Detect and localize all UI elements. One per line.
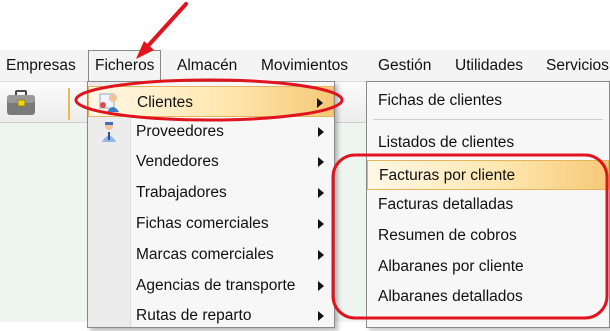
menu-empresas[interactable]: Empresas xyxy=(6,50,76,81)
submenu-item-albaranes-detallados[interactable]: Albaranes detallados xyxy=(367,282,609,312)
menu-item-label: Rutas de reparto xyxy=(136,307,252,324)
top-blank-area xyxy=(0,0,610,50)
submenu-item-label: Listados de clientes xyxy=(378,134,515,151)
menu-utilidades[interactable]: Utilidades xyxy=(455,50,523,81)
menu-servicios[interactable]: Servicios xyxy=(546,50,609,81)
submenu-item-label: Resumen de cobros xyxy=(378,227,517,244)
menu-item-rutas-reparto[interactable]: Rutas de reparto xyxy=(88,300,334,331)
submenu-arrow-icon xyxy=(318,311,324,321)
submenu-item-resumen-cobros[interactable]: Resumen de cobros xyxy=(367,221,609,251)
menu-item-trabajadores[interactable]: Trabajadores xyxy=(88,177,334,208)
toolbar-separator xyxy=(68,88,70,120)
briefcase-icon[interactable] xyxy=(6,90,36,116)
menu-item-label: Clientes xyxy=(137,94,193,111)
menu-item-label: Proveedores xyxy=(136,123,224,140)
menu-item-label: Agencias de transporte xyxy=(136,277,296,294)
submenu-arrow-icon xyxy=(318,127,324,137)
menu-item-label: Marcas comerciales xyxy=(136,246,274,263)
submenu-item-listados-clientes[interactable]: Listados de clientes xyxy=(367,128,609,158)
submenu-item-facturas-por-cliente[interactable]: Facturas por cliente xyxy=(367,160,609,190)
submenu-item-label: Albaranes por cliente xyxy=(378,258,524,275)
clients-icon xyxy=(99,93,119,112)
clientes-submenu: Fichas de clientes Listados de clientes … xyxy=(366,81,610,328)
suppliers-icon xyxy=(102,122,116,142)
menu-item-label: Fichas comerciales xyxy=(136,215,269,232)
submenu-separator xyxy=(373,119,603,120)
submenu-item-label: Facturas detalladas xyxy=(378,196,514,213)
submenu-arrow-icon xyxy=(318,219,324,229)
menu-bar: Empresas Ficheros Almacén Movimientos Ge… xyxy=(0,50,610,82)
submenu-arrow-icon xyxy=(318,281,324,291)
submenu-arrow-icon xyxy=(318,157,324,167)
menu-item-marcas-comerciales[interactable]: Marcas comerciales xyxy=(88,239,334,270)
menu-ficheros[interactable]: Ficheros xyxy=(88,50,162,81)
menu-almacen[interactable]: Almacén xyxy=(177,50,237,81)
submenu-arrow-icon xyxy=(317,98,323,108)
menu-item-fichas-comerciales[interactable]: Fichas comerciales xyxy=(88,208,334,239)
menu-item-clientes[interactable]: Clientes xyxy=(88,86,334,117)
submenu-item-label: Fichas de clientes xyxy=(378,92,503,109)
submenu-item-fichas-clientes[interactable]: Fichas de clientes xyxy=(367,86,609,116)
menu-item-vendedores[interactable]: Vendedores xyxy=(88,146,334,177)
ficheros-dropdown: Clientes Proveedores Vendedores Trabajad… xyxy=(87,81,335,328)
submenu-item-label: Facturas por cliente xyxy=(379,167,516,184)
menu-item-proveedores[interactable]: Proveedores xyxy=(88,116,334,147)
submenu-arrow-icon xyxy=(318,250,324,260)
menu-movimientos[interactable]: Movimientos xyxy=(261,50,348,81)
menu-item-label: Vendedores xyxy=(136,153,219,170)
submenu-item-albaranes-por-cliente[interactable]: Albaranes por cliente xyxy=(367,252,609,282)
submenu-item-label: Albaranes detallados xyxy=(378,288,523,305)
submenu-arrow-icon xyxy=(318,188,324,198)
submenu-item-facturas-detalladas[interactable]: Facturas detalladas xyxy=(367,190,609,220)
menu-item-label: Trabajadores xyxy=(136,184,227,201)
menu-item-agencias-transporte[interactable]: Agencias de transporte xyxy=(88,270,334,301)
menu-gestion[interactable]: Gestión xyxy=(378,50,431,81)
